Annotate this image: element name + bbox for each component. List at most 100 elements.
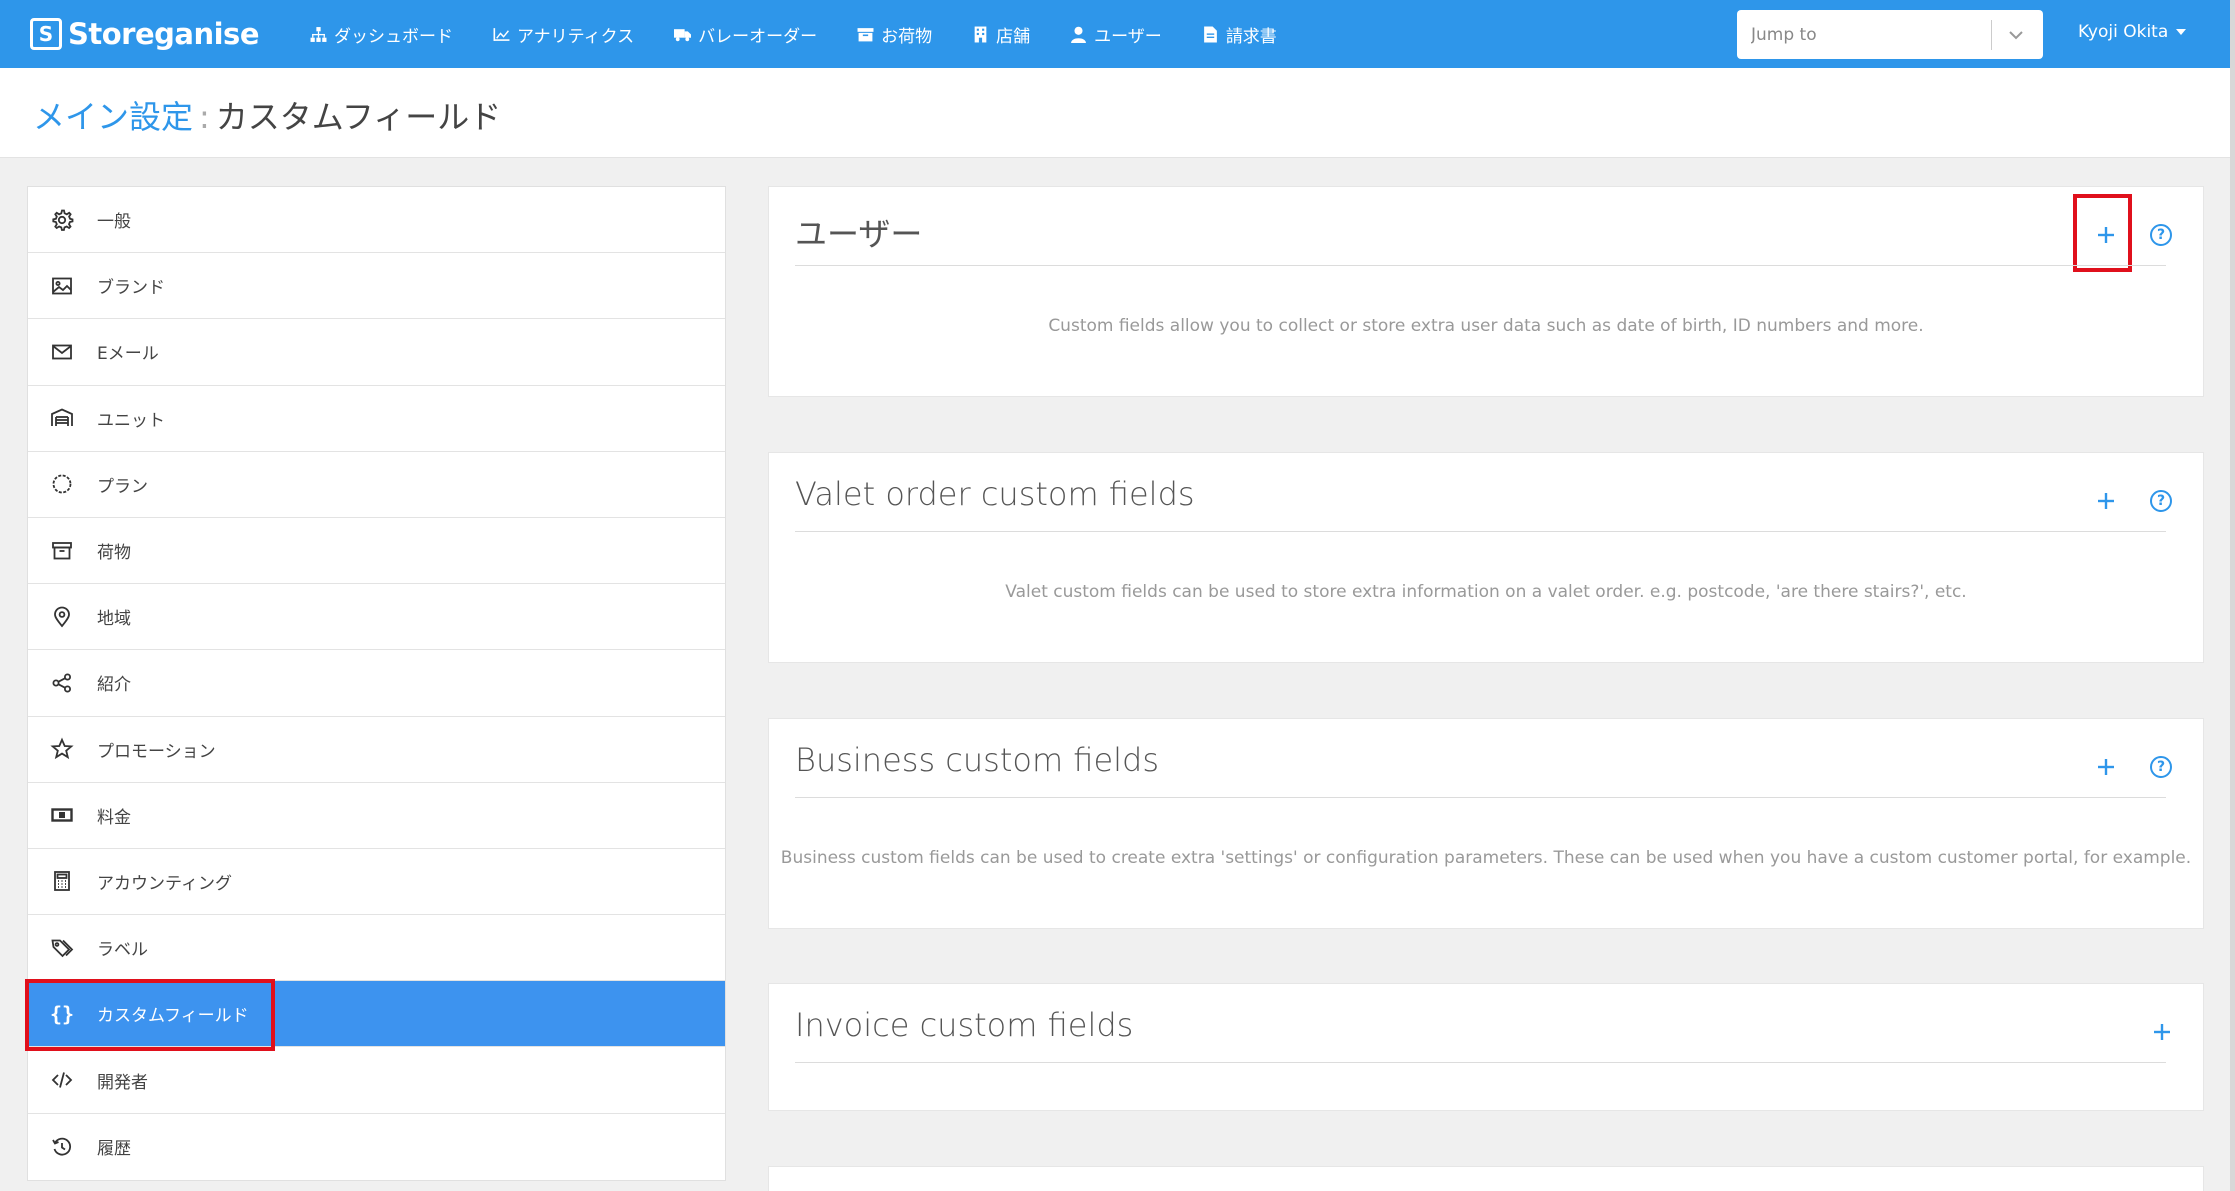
add-business-field-button[interactable] <box>2093 754 2119 780</box>
section-title: Valet order custom fields <box>795 475 1195 513</box>
sidebar-item-pricing[interactable]: 料金 <box>28 783 725 849</box>
sidebar-item-label: プロモーション <box>97 741 216 762</box>
brand-logo-icon: S <box>30 18 62 50</box>
sidebar-item-email[interactable]: Eメール <box>28 319 725 386</box>
sidebar-item-label: Eメール <box>97 344 159 365</box>
sidebar-item-history[interactable]: 履歴 <box>28 1114 725 1180</box>
sidebar-item-custom-fields[interactable]: {} カスタムフィールド <box>25 979 725 1052</box>
envelope-icon <box>52 344 72 360</box>
top-navbar: S Storeganise ダッシュボード アナリティクス バレーオーダー お荷… <box>0 0 2235 68</box>
sidebar-item-label: アカウンティング <box>97 873 232 894</box>
code-icon <box>51 1072 73 1088</box>
breadcrumb: メイン設定: カスタムフィールド <box>33 92 501 138</box>
divider <box>795 1062 2166 1063</box>
sidebar-item-label: ラベル <box>97 940 148 961</box>
caret-down-icon <box>2176 29 2187 35</box>
sidebar-item-label: 地域 <box>97 609 131 630</box>
money-icon <box>51 808 73 822</box>
divider <box>795 531 2166 532</box>
divider <box>795 265 2166 266</box>
brand-name: Storeganise <box>68 17 260 51</box>
add-invoice-field-button[interactable] <box>2149 1019 2175 1045</box>
nav-analytics-label: アナリティクス <box>517 26 635 47</box>
scrollbar[interactable] <box>2230 0 2235 1191</box>
nav-users-label: ユーザー <box>1094 26 1162 47</box>
section-description: Custom fields allow you to collect or st… <box>1048 316 1924 336</box>
sidebar-item-accounting[interactable]: アカウンティング <box>28 849 725 916</box>
plus-icon <box>2098 227 2114 243</box>
breadcrumb-parent[interactable]: メイン設定 <box>33 98 193 136</box>
nav-items[interactable]: お荷物 <box>857 22 932 47</box>
section-card-partial <box>768 1166 2204 1191</box>
user-icon <box>1071 26 1087 43</box>
nav-invoices-label: 請求書 <box>1225 26 1277 47</box>
section-card-valet-order: Valet order custom fields ? Valet custom… <box>768 452 2204 663</box>
sidebar-item-referrals[interactable]: 紹介 <box>28 650 725 717</box>
divider <box>795 797 2166 798</box>
history-icon <box>52 1137 72 1156</box>
add-user-field-button[interactable] <box>2093 222 2119 248</box>
section-title: Business custom fields <box>795 741 1160 779</box>
sidebar-item-label: ブランド <box>97 278 165 299</box>
star-icon <box>50 737 74 760</box>
nav-valet-orders-label: バレーオーダー <box>698 26 818 47</box>
page-title: カスタムフィールド <box>215 98 502 136</box>
plus-icon <box>2098 493 2114 509</box>
calculator-icon <box>54 871 70 892</box>
section-description: Valet custom fields can be used to store… <box>1005 582 1967 602</box>
sidebar-item-plans[interactable]: プラン <box>28 452 725 518</box>
add-valet-field-button[interactable] <box>2093 488 2119 514</box>
nav-stores[interactable]: 店舗 <box>972 22 1030 47</box>
sidebar-item-label: 紹介 <box>97 675 131 696</box>
main-nav: ダッシュボード アナリティクス バレーオーダー お荷物 店舗 ユーザー 請求書 <box>310 0 1317 68</box>
nav-dashboard-label: ダッシュボード <box>334 26 453 47</box>
sidebar-item-items[interactable]: 荷物 <box>28 518 725 585</box>
sidebar-item-brand[interactable]: ブランド <box>28 253 725 320</box>
sidebar-item-label: 履歴 <box>97 1139 131 1160</box>
jump-to-select[interactable] <box>1737 10 2043 59</box>
settings-sidebar: 一般 ブランド Eメール ユニット プラン 荷物 地域 紹介 プロモーション 料… <box>25 186 726 1181</box>
building-icon <box>974 26 987 42</box>
truck-icon <box>674 28 692 41</box>
sidebar-item-general[interactable]: 一般 <box>28 187 725 254</box>
sidebar-item-promotions[interactable]: プロモーション <box>28 717 725 783</box>
section-card-invoice: Invoice custom fields <box>768 983 2204 1111</box>
section-card-business: Business custom fields ? Business custom… <box>768 718 2204 929</box>
gear-icon <box>52 209 74 231</box>
sidebar-item-label: 荷物 <box>97 543 131 564</box>
nav-invoices[interactable]: 請求書 <box>1202 22 1277 47</box>
sidebar-item-labels[interactable]: ラベル <box>28 915 725 982</box>
jump-separator <box>1991 20 1992 50</box>
section-description: Business custom fields can be used to cr… <box>780 848 2192 868</box>
help-icon[interactable]: ? <box>2150 224 2172 246</box>
sidebar-item-units[interactable]: ユニット <box>28 386 725 452</box>
chevron-down-icon[interactable] <box>2003 22 2029 48</box>
map-pin-icon <box>54 606 70 628</box>
sidebar-item-label: ユニット <box>97 410 165 431</box>
help-icon[interactable]: ? <box>2150 490 2172 512</box>
nav-dashboard[interactable]: ダッシュボード <box>310 22 453 47</box>
sitemap-icon <box>310 26 327 42</box>
nav-stores-label: 店舗 <box>996 26 1031 47</box>
sidebar-item-developer[interactable]: 開発者 <box>28 1047 725 1114</box>
sidebar-item-label: 開発者 <box>97 1072 148 1093</box>
help-icon[interactable]: ? <box>2150 756 2172 778</box>
braces-icon: {} <box>50 1001 75 1026</box>
nav-analytics[interactable]: アナリティクス <box>493 22 634 47</box>
sidebar-item-regions[interactable]: 地域 <box>28 584 725 651</box>
image-icon <box>52 277 72 295</box>
nav-valet-orders[interactable]: バレーオーダー <box>674 22 817 47</box>
nav-users[interactable]: ユーザー <box>1070 22 1162 47</box>
brand-logo-glyph: S <box>38 22 54 46</box>
archive-icon <box>857 27 874 41</box>
jump-to-input[interactable] <box>1737 24 1987 45</box>
plus-icon <box>2154 1024 2170 1040</box>
section-title: ユーザー <box>795 215 923 253</box>
share-icon <box>52 673 71 693</box>
chart-icon <box>493 27 510 41</box>
sidebar-item-label: 一般 <box>97 212 131 233</box>
brand[interactable]: S Storeganise <box>30 14 260 54</box>
user-menu[interactable]: Kyoji Okita <box>2078 22 2187 42</box>
sidebar-item-label: プラン <box>97 476 148 497</box>
section-title: Invoice custom fields <box>795 1006 1134 1044</box>
